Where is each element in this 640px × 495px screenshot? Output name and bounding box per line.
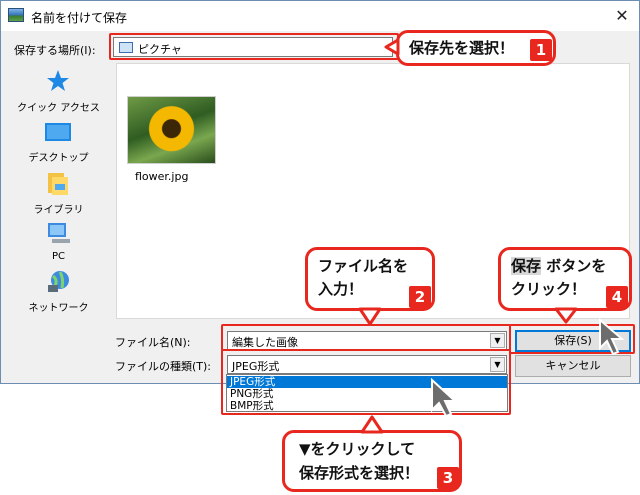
callout-pointer [554,307,578,324]
callout-pointers [358,38,625,434]
mouse-cursor-icon [431,377,458,418]
callout-pointer [384,38,400,56]
callout-pointer [358,307,382,326]
callout-pointer [360,415,384,434]
mouse-cursor-icon [599,317,625,356]
